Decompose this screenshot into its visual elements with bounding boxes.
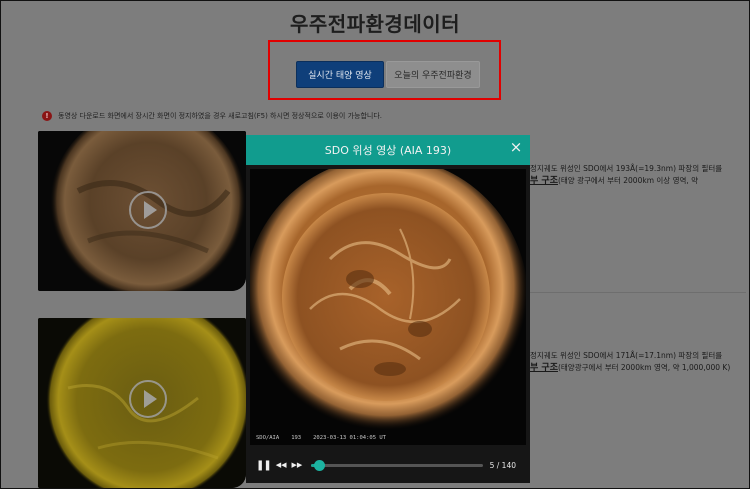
close-icon[interactable]: × <box>508 139 524 155</box>
fast-forward-icon[interactable]: ▶▶ <box>292 461 303 469</box>
video-frame[interactable]: SDO/AIA 193 2023-03-13 01:04:05 UT <box>250 169 526 445</box>
desc-bold-link[interactable]: 부 구조 <box>530 176 558 186</box>
section-divider <box>530 292 746 293</box>
play-button[interactable] <box>129 380 167 418</box>
caption-timestamp: 2023-03-13 01:04:05 UT <box>313 435 386 441</box>
video-caption: SDO/AIA 193 2023-03-13 01:04:05 UT <box>256 435 398 441</box>
seek-handle[interactable] <box>314 459 326 471</box>
frame-counter: 5 / 140 <box>489 460 516 470</box>
play-icon <box>143 201 157 219</box>
video-thumbnail-aia193[interactable] <box>38 131 246 291</box>
player-controls: ❚❚ ◀◀ ▶▶ 5 / 140 <box>250 453 526 477</box>
play-button[interactable] <box>129 191 167 229</box>
play-icon <box>143 390 157 408</box>
item-description-aia171: 정지궤도 위성인 SDO에서 171Å(=17.1nm) 파장의 필터를 부 구… <box>530 350 730 374</box>
desc-line: (태양 광구에서 부터 2000km 이상 영역, 약 <box>557 176 699 185</box>
caption-instrument: SDO/AIA <box>256 435 280 441</box>
notice-message: ! 동영상 다운로드 화면에서 장시간 화면이 정지하였을 경우 새로고침(F5… <box>42 111 382 121</box>
video-modal: SDO 위성 영상 (AIA 193) × SDO/AIA 193 2023-0… <box>246 135 530 483</box>
seek-bar[interactable] <box>311 459 484 471</box>
notice-text: 동영상 다운로드 화면에서 장시간 화면이 정지하였을 경우 새로고침(F5) … <box>58 112 383 120</box>
modal-header: SDO 위성 영상 (AIA 193) × <box>246 135 530 165</box>
sun-video-image <box>250 169 526 445</box>
caption-wavelength: 193 <box>291 435 302 441</box>
modal-title: SDO 위성 영상 (AIA 193) <box>324 144 452 157</box>
warning-icon: ! <box>42 111 52 121</box>
item-description-aia193: 정지궤도 위성인 SDO에서 193Å(=19.3nm) 파장의 필터를 부 구… <box>530 163 722 187</box>
page-title: 우주전파환경데이터 <box>289 12 461 36</box>
desc-bold-link[interactable]: 부 구조 <box>530 363 558 373</box>
tab-today-space-weather[interactable]: 오늘의 우주전파환경 <box>386 61 480 88</box>
video-thumbnail-aia171[interactable] <box>38 318 246 488</box>
tab-live-sun-video[interactable]: 실시간 태양 영상 <box>296 61 384 88</box>
desc-line: 정지궤도 위성인 SDO에서 171Å(=17.1nm) 파장의 필터를 <box>530 351 723 360</box>
desc-line: 정지궤도 위성인 SDO에서 193Å(=19.3nm) 파장의 필터를 <box>530 164 723 173</box>
desc-line: (태양광구에서 부터 2000km 영역, 약 1,000,000 K) <box>557 363 731 372</box>
rewind-icon[interactable]: ◀◀ <box>276 461 287 469</box>
pause-icon[interactable]: ❚❚ <box>256 460 272 471</box>
